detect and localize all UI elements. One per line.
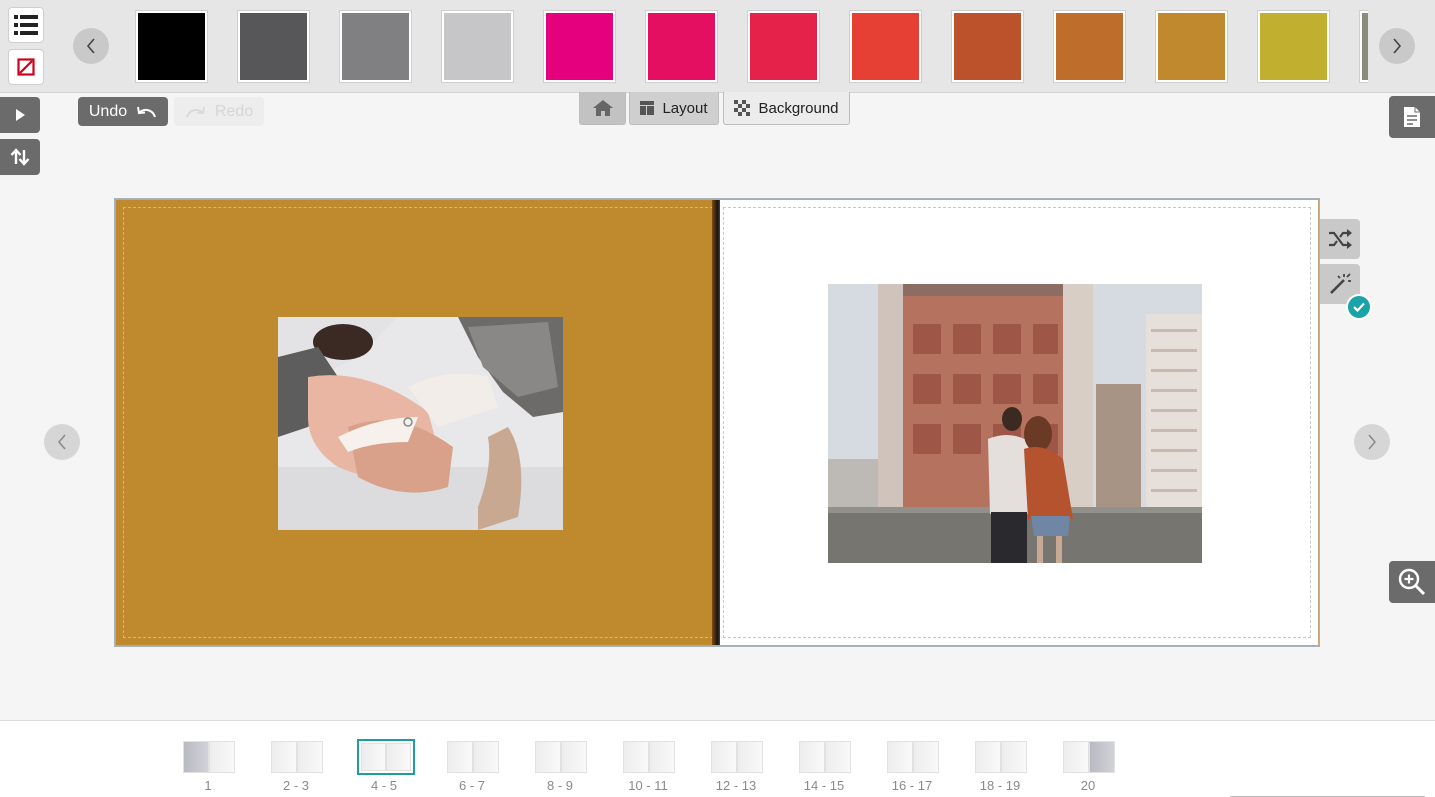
enhance-active-badge	[1346, 294, 1372, 320]
page-thumbnail[interactable]: 10 - 11	[620, 739, 680, 797]
thumbnail-preview	[357, 739, 415, 775]
page-thumbnail[interactable]: 18 - 19	[972, 739, 1032, 797]
shuffle-icon	[1329, 229, 1352, 249]
page-thumbnail[interactable]: 20	[1060, 739, 1120, 797]
redo-label: Redo	[214, 102, 254, 120]
color-swatch[interactable]	[238, 11, 309, 82]
thumbnail-label: 16 - 17	[891, 778, 933, 793]
color-swatch[interactable]	[748, 11, 819, 82]
magic-wand-icon	[1330, 273, 1351, 294]
tab-layout-label: Layout	[662, 99, 708, 117]
chevron-right-icon	[1368, 434, 1376, 450]
undo-icon	[137, 106, 157, 117]
no-color-button[interactable]	[8, 49, 44, 85]
zoom-in-icon	[1398, 568, 1426, 596]
color-swatch[interactable]	[1360, 11, 1368, 82]
previous-page-button[interactable]	[44, 424, 80, 460]
right-page[interactable]	[720, 200, 1318, 645]
photo-hands-image	[278, 317, 563, 530]
color-swatch[interactable]	[136, 11, 207, 82]
undo-button[interactable]: Undo	[78, 97, 168, 126]
thumbnail-label: 2 - 3	[282, 778, 309, 793]
thumbnail-label: 20	[1080, 778, 1096, 793]
thumbnail-preview	[535, 741, 587, 773]
home-icon	[592, 100, 613, 116]
thumbnail-preview	[1063, 741, 1115, 773]
chevron-left-icon	[58, 434, 66, 450]
page-thumbnail-strip: 1 2 - 3 4 - 5 6 - 7 8 - 9 10 - 11 12 - 13 14 - …	[0, 720, 1435, 797]
color-swatch[interactable]	[1258, 11, 1329, 82]
thumbnail-preview	[183, 741, 235, 773]
thumbnail-label: 1	[204, 778, 212, 793]
list-icon	[14, 15, 38, 35]
swatch-scroll-left-button[interactable]	[73, 28, 109, 64]
thumbnail-label: 10 - 11	[628, 778, 668, 793]
chevron-left-icon	[86, 38, 95, 54]
color-swatch[interactable]	[544, 11, 615, 82]
thumbnail-preview	[799, 741, 851, 773]
checkmark-icon	[1353, 302, 1365, 312]
thumbnail-preview	[711, 741, 763, 773]
page-thumbnail[interactable]: 12 - 13	[708, 739, 768, 797]
thumbnail-label: 6 - 7	[458, 778, 485, 793]
redo-button[interactable]: Redo	[174, 97, 264, 126]
color-swatch[interactable]	[952, 11, 1023, 82]
document-edit-icon	[1404, 107, 1420, 127]
checkerboard-icon	[734, 100, 751, 116]
layout-icon	[640, 101, 655, 115]
book-spread	[114, 198, 1320, 647]
no-fill-icon	[17, 58, 35, 76]
thumbnail-label: 18 - 19	[979, 778, 1021, 793]
page-thumbnail[interactable]: 6 - 7	[444, 739, 504, 797]
next-page-button[interactable]	[1354, 424, 1390, 460]
zoom-button[interactable]	[1389, 561, 1435, 603]
thumbnail-preview	[447, 741, 499, 773]
play-icon	[16, 109, 25, 121]
thumbnail-preview	[623, 741, 675, 773]
thumbnail-preview	[271, 741, 323, 773]
tab-layout[interactable]: Layout	[629, 92, 719, 125]
tab-background-label: Background	[758, 99, 839, 117]
thumbnail-label: 4 - 5	[370, 778, 397, 793]
undo-label: Undo	[88, 102, 128, 120]
shuffle-layout-button[interactable]	[1320, 219, 1360, 259]
color-swatch[interactable]	[442, 11, 513, 82]
page-thumbnail[interactable]: 16 - 17	[884, 739, 944, 797]
page-settings-button[interactable]	[1389, 96, 1435, 138]
left-page[interactable]	[116, 200, 718, 645]
thumbnail-label: 12 - 13	[715, 778, 757, 793]
tab-home[interactable]	[579, 92, 626, 125]
page-thumbnail[interactable]: 14 - 15	[796, 739, 856, 797]
tab-background[interactable]: Background	[723, 92, 850, 125]
page-thumbnail[interactable]: 2 - 3	[268, 739, 328, 797]
page-thumbnail[interactable]: 4 - 5	[356, 739, 416, 797]
color-swatch[interactable]	[1054, 11, 1125, 82]
thumbnail-label: 14 - 15	[803, 778, 845, 793]
page-thumbnail[interactable]: 1	[180, 739, 240, 797]
swap-vertical-icon	[10, 148, 30, 166]
color-swatch[interactable]	[1156, 11, 1227, 82]
photo-couple-rooftop[interactable]	[828, 284, 1202, 563]
color-swatch[interactable]	[850, 11, 921, 82]
color-swatch[interactable]	[340, 11, 411, 82]
thumbnail-label: 8 - 9	[546, 778, 573, 793]
page-thumbnail[interactable]: 8 - 9	[532, 739, 592, 797]
photo-couple-image	[828, 284, 1202, 563]
list-menu-button[interactable]	[8, 7, 44, 43]
swatch-scroll-right-button[interactable]	[1379, 28, 1415, 64]
thumbnail-preview	[975, 741, 1027, 773]
thumbnail-preview	[887, 741, 939, 773]
color-swatch-bar	[0, 0, 1435, 93]
color-swatch[interactable]	[646, 11, 717, 82]
swatch-list	[128, 0, 1368, 93]
redo-icon	[185, 106, 205, 117]
sort-button[interactable]	[0, 139, 40, 175]
photo-holding-hands[interactable]	[278, 317, 563, 530]
chevron-right-icon	[1393, 38, 1402, 54]
expand-panel-button[interactable]	[0, 97, 40, 133]
